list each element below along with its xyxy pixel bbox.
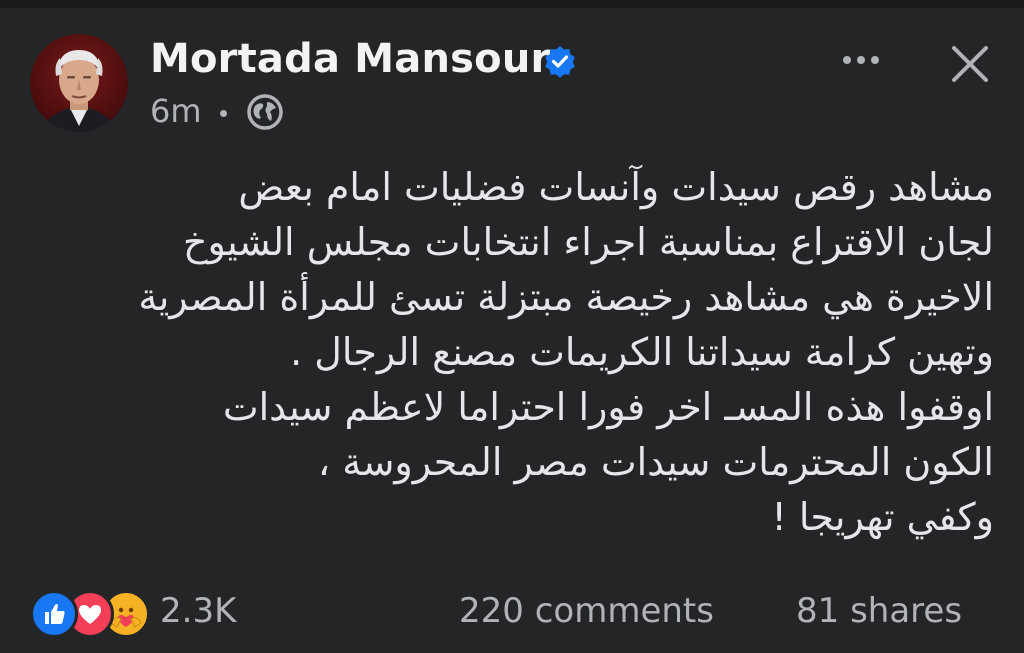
more-options-button[interactable]: [834, 40, 888, 80]
comments-count-link[interactable]: 220 comments: [459, 591, 714, 631]
globe-icon: [245, 92, 285, 132]
post-text-line: الاخيرة هي مشاهد رخيصة مبتزلة تسئ للمرأة…: [138, 275, 994, 319]
ellipsis-icon: [843, 56, 879, 64]
close-button[interactable]: [942, 36, 998, 92]
post-text-line: الكون المحترمات سيدات مصر المحروسة ،: [317, 440, 994, 484]
reaction-count[interactable]: 2.3K: [160, 591, 236, 631]
author-avatar[interactable]: [30, 34, 128, 132]
profile-photo: [30, 34, 128, 132]
post-text-line: مشاهد رقص سيدات وآنسات فضليات امام بعض: [238, 165, 994, 209]
verified-badge-icon: [543, 44, 577, 78]
shares-count-link[interactable]: 81 shares: [796, 591, 962, 631]
reaction-icons[interactable]: [30, 590, 155, 638]
post-timestamp[interactable]: 6m: [150, 92, 202, 130]
post-text-line: لجان الاقتراع بمناسبة اجراء انتخابات مجل…: [182, 220, 994, 264]
post-text-line: وكفي تهريجا !: [771, 495, 994, 539]
separator-dot: [220, 110, 227, 117]
close-icon: [952, 46, 988, 82]
top-edge: [0, 0, 1024, 8]
post-text: مشاهد رقص سيدات وآنسات فضليات امام بعض ل…: [24, 160, 994, 545]
post-text-line: وتهين كرامة سيداتنا الكريمات مصنع الرجال…: [290, 330, 994, 374]
post-text-line: اوقفوا هذه المسـ اخر فورا احتراما لاعظم …: [222, 385, 994, 429]
like-icon: [30, 590, 78, 638]
author-name[interactable]: Mortada Mansour: [150, 36, 550, 82]
